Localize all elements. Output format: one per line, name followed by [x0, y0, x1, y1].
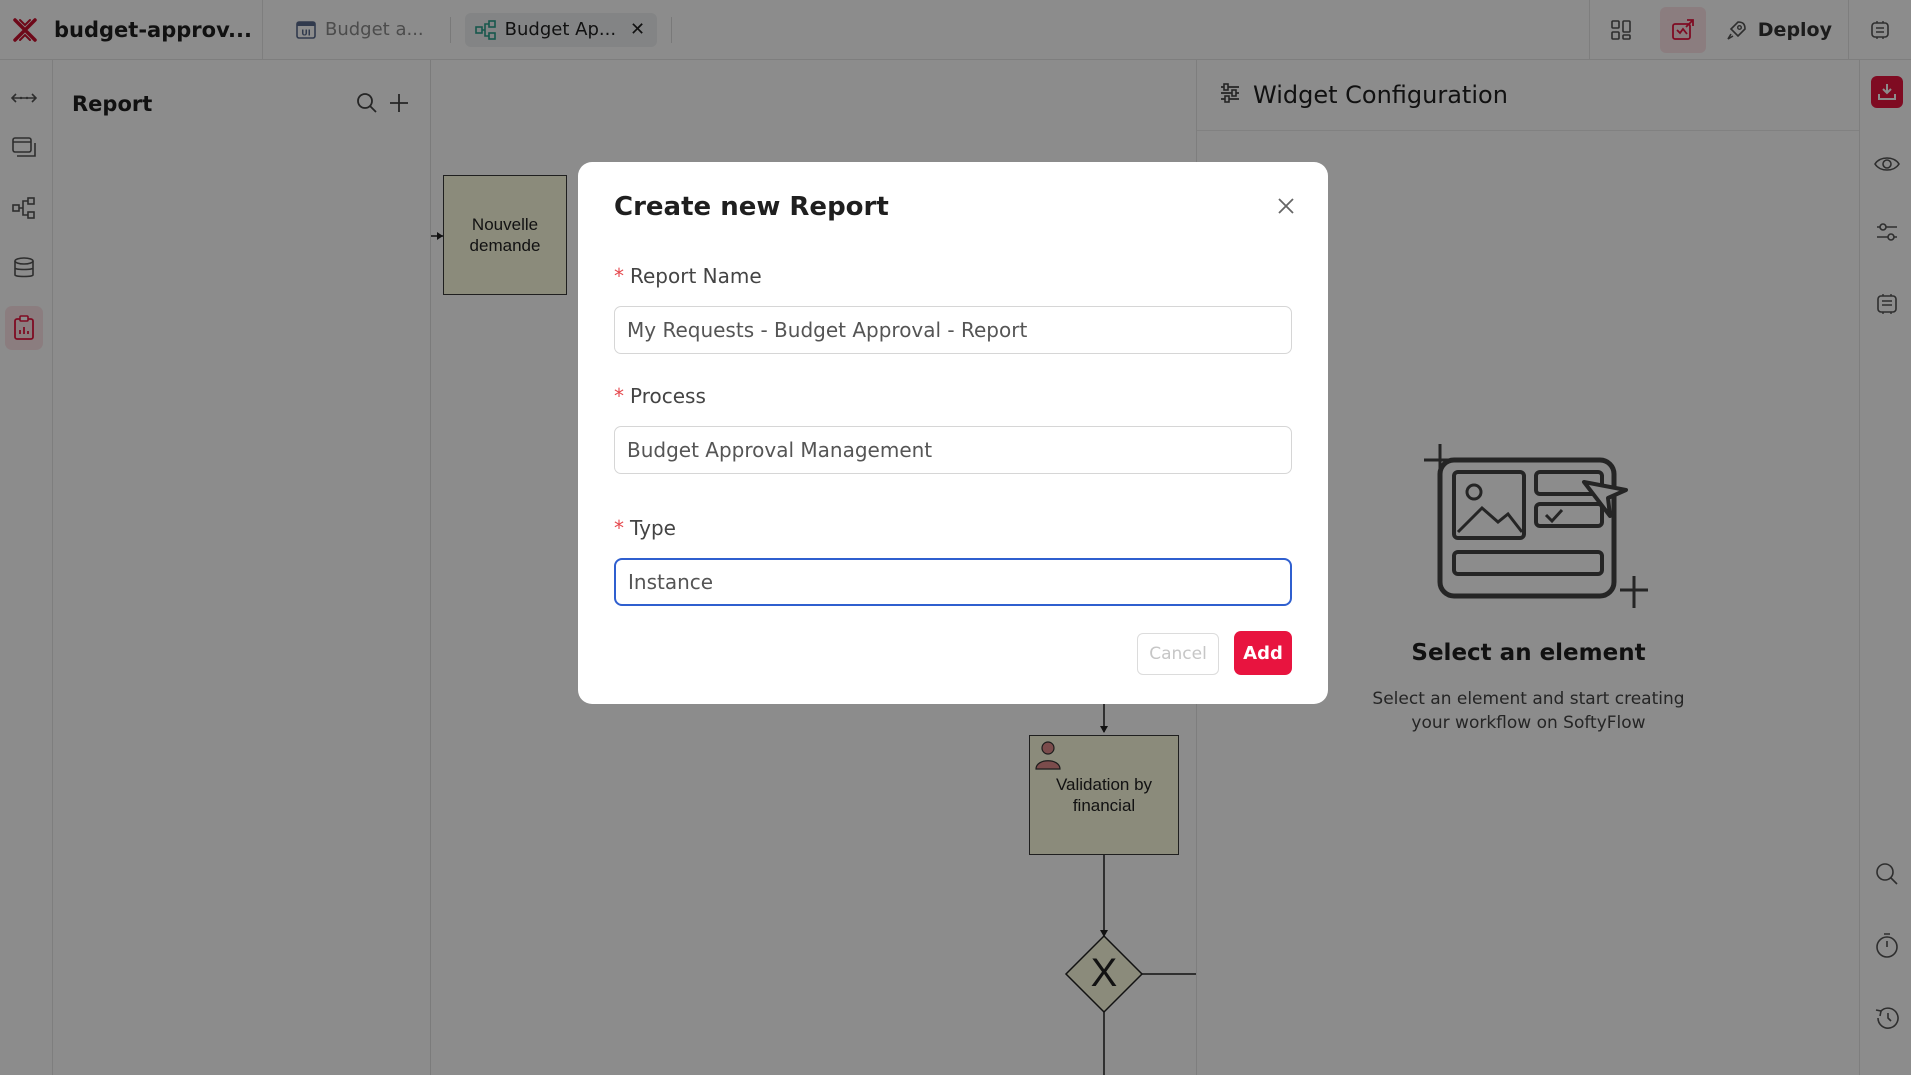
report-name-input[interactable]: My Requests - Budget Approval - Report: [614, 306, 1292, 354]
type-label: * Type: [614, 516, 676, 540]
label-text: Type: [630, 516, 676, 540]
required-marker: *: [614, 264, 624, 288]
label-text: Process: [630, 384, 706, 408]
add-button[interactable]: Add: [1234, 631, 1292, 675]
create-report-dialog: Create new Report * Report Name My Reques…: [578, 162, 1328, 704]
report-name-label: * Report Name: [614, 264, 762, 288]
close-icon[interactable]: [1274, 194, 1298, 218]
required-marker: *: [614, 384, 624, 408]
dialog-title: Create new Report: [614, 192, 889, 222]
label-text: Report Name: [630, 264, 762, 288]
process-input[interactable]: Budget Approval Management: [614, 426, 1292, 474]
cancel-button[interactable]: Cancel: [1137, 633, 1219, 675]
type-select[interactable]: Instance: [614, 558, 1292, 606]
required-marker: *: [614, 516, 624, 540]
process-label: * Process: [614, 384, 706, 408]
